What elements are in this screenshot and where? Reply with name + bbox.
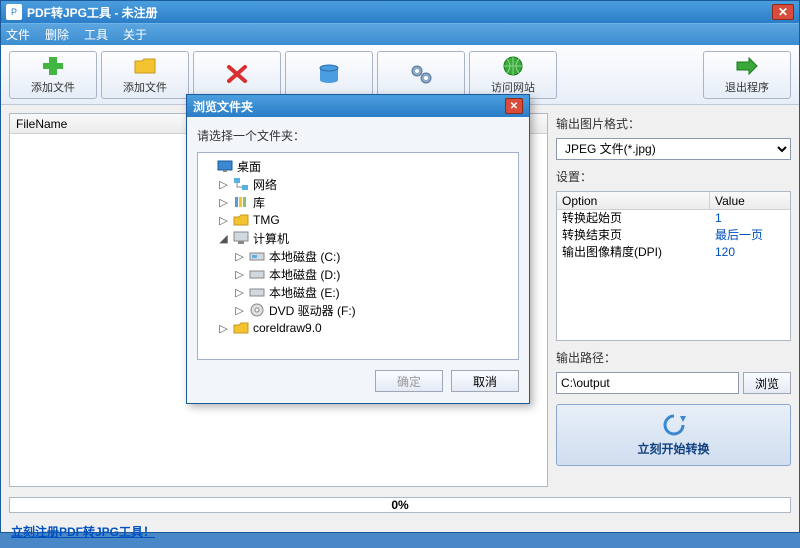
gear-icon (409, 63, 433, 85)
tree-item-disk-e[interactable]: ▷本地磁盘 (E:) (200, 283, 516, 301)
plus-icon (41, 55, 65, 77)
x-icon (225, 63, 249, 85)
dialog-prompt: 请选择一个文件夹： (197, 127, 519, 144)
drive-icon (249, 285, 265, 299)
folder-tree[interactable]: 桌面 ▷网络 ▷库 ▷TMG ◢计算机 ▷本地磁盘 (C:) ▷本地磁盘 (D:… (197, 152, 519, 360)
desktop-icon (217, 159, 233, 173)
expand-icon[interactable]: ▷ (218, 323, 229, 334)
clear-button[interactable] (285, 51, 373, 99)
tree-item-coreldraw[interactable]: ▷coreldraw9.0 (200, 319, 516, 337)
drive-icon (249, 249, 265, 263)
output-path-input[interactable] (556, 372, 739, 394)
blank-icon (202, 161, 213, 172)
menubar: 文件 删除 工具 关于 (1, 23, 799, 45)
path-label: 输出路径： (556, 349, 791, 366)
collapse-icon[interactable]: ◢ (218, 233, 229, 244)
tree-item-dvd-f[interactable]: ▷DVD 驱动器 (F:) (200, 301, 516, 319)
network-icon (233, 177, 249, 191)
folder-icon (233, 213, 249, 227)
table-row[interactable]: 转换结束页最后一页 (557, 227, 790, 244)
options-table: Option Value 转换起始页1 转换结束页最后一页 输出图像精度(DPI… (556, 191, 791, 341)
delete-button[interactable] (193, 51, 281, 99)
visit-website-button[interactable]: 访问网站 (469, 51, 557, 99)
progress-bar: 0% (9, 497, 791, 513)
drive-icon (249, 267, 265, 281)
folder-icon (233, 321, 249, 335)
dialog-title: 浏览文件夹 (193, 98, 505, 115)
database-icon (317, 63, 341, 85)
ok-button[interactable]: 确定 (375, 370, 443, 392)
table-row[interactable]: 转换起始页1 (557, 210, 790, 227)
cancel-button[interactable]: 取消 (451, 370, 519, 392)
settings-panel: 输出图片格式： JPEG 文件(*.jpg) 设置： Option Value … (556, 113, 791, 487)
app-icon: P (6, 4, 22, 20)
tree-item-disk-d[interactable]: ▷本地磁盘 (D:) (200, 265, 516, 283)
add-folder-button[interactable]: 添加文件 (101, 51, 189, 99)
tree-item-computer[interactable]: ◢计算机 (200, 229, 516, 247)
tree-item-disk-c[interactable]: ▷本地磁盘 (C:) (200, 247, 516, 265)
dialog-titlebar: 浏览文件夹 ✕ (187, 95, 529, 117)
menu-file[interactable]: 文件 (6, 26, 30, 43)
expand-icon[interactable]: ▷ (218, 179, 229, 190)
table-row[interactable]: 输出图像精度(DPI)120 (557, 244, 790, 261)
tree-item-desktop[interactable]: 桌面 (200, 157, 516, 175)
globe-icon (501, 55, 525, 77)
add-file-button[interactable]: 添加文件 (9, 51, 97, 99)
value-header: Value (710, 192, 790, 209)
expand-icon[interactable]: ▷ (234, 287, 245, 298)
format-select[interactable]: JPEG 文件(*.jpg) (556, 138, 791, 160)
expand-icon[interactable]: ▷ (234, 251, 245, 262)
expand-icon[interactable]: ▷ (218, 215, 229, 226)
arrow-right-icon (735, 55, 759, 77)
window-title: PDF转JPG工具 - 未注册 (27, 4, 772, 21)
option-header: Option (557, 192, 710, 209)
tree-item-network[interactable]: ▷网络 (200, 175, 516, 193)
tree-item-library[interactable]: ▷库 (200, 193, 516, 211)
tree-item-tmg[interactable]: ▷TMG (200, 211, 516, 229)
titlebar: P PDF转JPG工具 - 未注册 ✕ (1, 1, 799, 23)
dvd-icon (249, 303, 265, 317)
format-label: 输出图片格式： (556, 115, 791, 132)
expand-icon[interactable]: ▷ (234, 305, 245, 316)
library-icon (233, 195, 249, 209)
expand-icon[interactable]: ▷ (218, 197, 229, 208)
browse-folder-dialog: 浏览文件夹 ✕ 请选择一个文件夹： 桌面 ▷网络 ▷库 ▷TMG ◢计算机 ▷本… (186, 94, 530, 404)
folder-icon (133, 55, 157, 77)
register-link[interactable]: 立刻注册PDF转JPG工具！ (11, 525, 155, 539)
browse-button[interactable]: 浏览 (743, 372, 791, 394)
refresh-icon (660, 413, 688, 437)
settings-label: 设置： (556, 168, 791, 185)
settings-button[interactable] (377, 51, 465, 99)
menu-tools[interactable]: 工具 (84, 26, 108, 43)
expand-icon[interactable]: ▷ (234, 269, 245, 280)
footer: 立刻注册PDF转JPG工具！ (1, 515, 799, 548)
close-icon[interactable]: ✕ (505, 98, 523, 114)
progress-text: 0% (391, 498, 408, 512)
exit-button[interactable]: 退出程序 (703, 51, 791, 99)
convert-button[interactable]: 立刻开始转换 (556, 404, 791, 466)
close-icon[interactable]: ✕ (772, 4, 794, 20)
menu-delete[interactable]: 删除 (45, 26, 69, 43)
menu-about[interactable]: 关于 (123, 26, 147, 43)
progress-row: 0% (1, 495, 799, 515)
computer-icon (233, 231, 249, 245)
